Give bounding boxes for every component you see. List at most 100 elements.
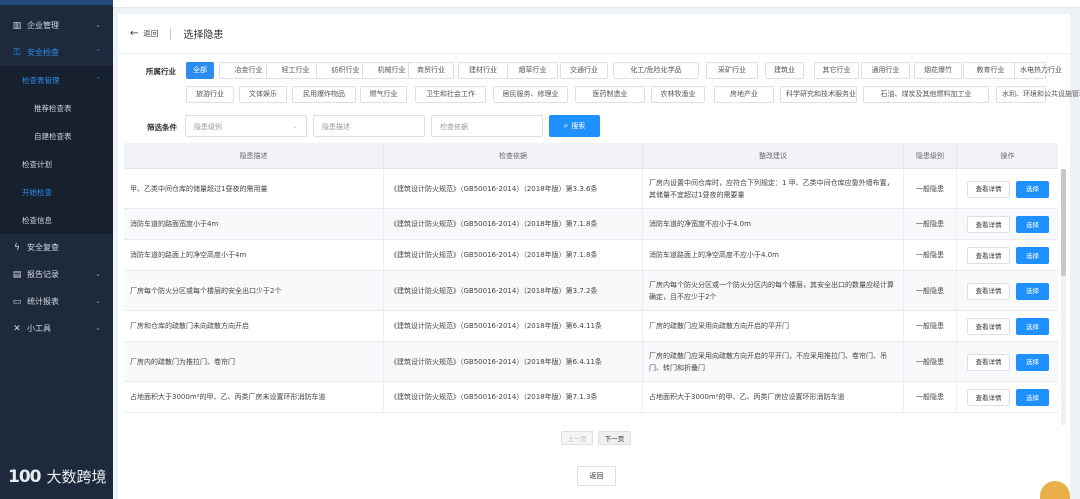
category-tag[interactable]: 交通行业 [560,62,608,79]
chevron-down-icon: ⌄ [95,324,101,332]
search-button[interactable]: ⌕ 搜索 [549,115,600,137]
search-icon: ⌕ [563,121,569,130]
bottom-back-button[interactable]: 返回 [577,466,616,486]
search-button-label: 搜索 [571,122,586,130]
prev-page-button[interactable]: 上一页 [561,431,593,445]
back-link[interactable]: ← 返回 [130,28,158,39]
category-tag[interactable]: 通用行业 [861,62,910,79]
hazard-table: 隐患描述 检查依据 整改建议 隐患级别 操作 甲、乙类中间仓库的储量超过1昼夜的… [124,143,1058,424]
category-tag[interactable]: 科学研究和技术服务业 [780,86,857,103]
sidebar-item-inspection-plan[interactable]: 检查计划 [0,150,113,178]
sidebar-item-statistics[interactable]: ▭ 统计报表 ⌄ [0,288,113,315]
cell-advice: 占地面积大于3000m²的甲、乙、丙类厂房应设置环形消防车道 [643,382,904,412]
table-scrollbar[interactable] [1061,169,1066,425]
category-tag[interactable]: 农林牧渔业 [651,86,705,103]
column-header: 整改建议 [643,143,904,169]
level-select-placeholder: 隐患级别 [194,123,222,131]
table-row: 占地面积大于3000m²的甲、乙、丙类厂房未设置环形消防车道 《建筑设计防火规范》… [124,382,1058,413]
sidebar-item-checklist-mgmt[interactable]: 检查表管理 ⌃ [0,66,113,94]
category-tag[interactable]: 石油、煤炭及其他燃料加工业 [863,86,989,103]
category-tag[interactable]: 烟草行业 [507,62,558,79]
sidebar-item-inspection-info[interactable]: 检查信息 [0,206,113,234]
select-button[interactable]: 选择 [1016,247,1049,264]
view-detail-button[interactable]: 查看详情 [967,318,1010,335]
sidebar-item-report-records[interactable]: ▤ 报告记录 ⌄ [0,261,113,288]
category-tag[interactable]: 建材行业 [458,62,508,79]
table-row: 甲、乙类中间仓库的储量超过1昼夜的需用量 《建筑设计防火规范》（GB50016-2… [124,169,1058,209]
chevron-down-icon: ⌄ [95,21,101,29]
next-page-button[interactable]: 下一页 [598,431,631,445]
category-tag[interactable]: 民用爆炸物品 [292,86,356,103]
select-button[interactable]: 选择 [1016,180,1049,198]
view-detail-button[interactable]: 查看详情 [967,353,1010,371]
sidebar: ▥ 企业管理 ⌄ ⚿ 安全检查 ⌃ 检查表管理 ⌃ 推荐检查表 自建检查表 检查… [0,0,113,499]
scrollbar-thumb[interactable] [1061,169,1066,276]
select-button[interactable]: 选择 [1016,282,1049,300]
cell-advice: 厂房的疏散门应采用向疏散方向开启的平开门，不应采用推拉门、卷帘门、吊门、转门和折… [643,342,904,381]
tools-icon: ✕ [13,323,21,334]
sidebar-item-safety-inspection[interactable]: ⚿ 安全检查 ⌃ [0,39,113,66]
category-label: 所属行业 [146,67,176,76]
category-tag[interactable]: 水电热力行业 [1014,62,1062,79]
view-detail-button[interactable]: 查看详情 [967,180,1010,198]
description-input[interactable]: 隐患描述 [313,115,425,137]
view-detail-button[interactable]: 查看详情 [967,282,1010,300]
filter-label: 筛选条件 [147,123,177,132]
sidebar-top-strip [0,0,113,5]
table-row: 消防车道的路面宽度小于4m 《建筑设计防火规范》（GB50016-2014）（20… [124,209,1058,240]
category-tag[interactable]: 全部 [186,62,214,79]
sidebar-item-enterprise[interactable]: ▥ 企业管理 ⌄ [0,12,113,39]
select-button[interactable]: 选择 [1016,318,1049,335]
table-row: 厂房每个防火分区或每个楼层的安全出口少于2个 《建筑设计防火规范》（GB50016… [124,271,1058,311]
select-button[interactable]: 选择 [1016,353,1049,371]
category-tag[interactable]: 水利、环境和公共设施管理业 [996,86,1080,103]
cell-desc: 占地面积大于3000m²的甲、乙、丙类厂房未设置环形消防车道 [124,382,384,412]
category-tag[interactable]: 卫生和社会工作 [415,86,486,103]
view-detail-button[interactable]: 查看详情 [967,389,1010,406]
cell-advice: 厂房内设置中间仓库时，应符合下列规定：1 甲、乙类中间仓库应靠外墙布置，其储量不… [643,169,904,208]
sidebar-item-label: 安全复查 [27,243,59,252]
divider [170,27,172,40]
sidebar-item-label: 安全检查 [27,48,59,57]
sidebar-item-safety-review[interactable]: ϟ 安全复查 [0,234,113,261]
sidebar-item-label: 检查信息 [22,215,52,225]
main-card: ← 返回 选择隐患 所属行业 全部 冶金行业 轻工行业 纺织行业 机械行业 商贸行业 建材行… [118,14,1080,499]
select-button[interactable]: 选择 [1016,389,1049,406]
category-tag[interactable]: 居民服务、修理业 [493,86,568,103]
select-button[interactable]: 选择 [1016,216,1049,233]
category-tag[interactable]: 其它行业 [814,62,859,79]
cell-advice: 消防车道的净宽度不应小于4.0m [643,209,904,239]
level-select[interactable]: 隐患级别 ⌄ [185,115,307,137]
sidebar-item-recommended-checklist[interactable]: 推荐检查表 [0,94,113,122]
title-bar: ← 返回 选择隐患 [118,14,1070,54]
folder-icon: ▭ [12,296,22,307]
basis-placeholder: 检查依据 [440,123,468,131]
category-tag[interactable]: 化工/危险化学品 [613,62,699,79]
view-detail-button[interactable]: 查看详情 [967,216,1010,233]
column-header: 操作 [1000,152,1015,160]
sidebar-item-label: 开始检查 [22,187,52,197]
sidebar-item-start-inspection[interactable]: 开始检查 [0,178,113,206]
category-tag[interactable]: 商贸行业 [408,62,454,79]
cell-basis: 《建筑设计防火规范》（GB50016-2014）（2018年版）第7.1.8条 [384,209,643,239]
cell-advice: 消防车道路面上的净空高度不应小于4.0m [643,240,904,270]
category-tag[interactable]: 旅游行业 [186,86,234,103]
category-tag[interactable]: 燃气行业 [360,86,407,103]
table-row: 厂房和仓库的疏散门未向疏散方向开启 《建筑设计防火规范》（GB50016-2014… [124,311,1058,342]
category-tag[interactable]: 烟花爆竹 [914,62,962,79]
category-tag[interactable]: 建筑业 [765,62,804,79]
category-tag[interactable]: 采矿行业 [706,62,758,79]
cell-actions: 查看详情 选择 [957,342,1058,381]
category-tag[interactable]: 房地产业 [714,86,774,103]
basis-input[interactable]: 检查依据 [431,115,543,137]
sidebar-item-custom-checklist[interactable]: 自建检查表 [0,122,113,150]
category-tag[interactable]: 医药制造业 [575,86,645,103]
cell-basis: 《建筑设计防火规范》（GB50016-2014）（2018年版）第7.1.8条 [384,240,643,270]
category-tag[interactable]: 文体娱乐 [239,86,287,103]
category-tag[interactable]: 教育行业 [963,62,1018,79]
top-header [113,0,1080,8]
cell-actions: 查看详情 选择 [957,311,1058,341]
sidebar-item-label: 小工具 [27,324,51,333]
sidebar-item-tools[interactable]: ✕ 小工具 ⌄ [0,315,113,342]
view-detail-button[interactable]: 查看详情 [967,247,1010,264]
